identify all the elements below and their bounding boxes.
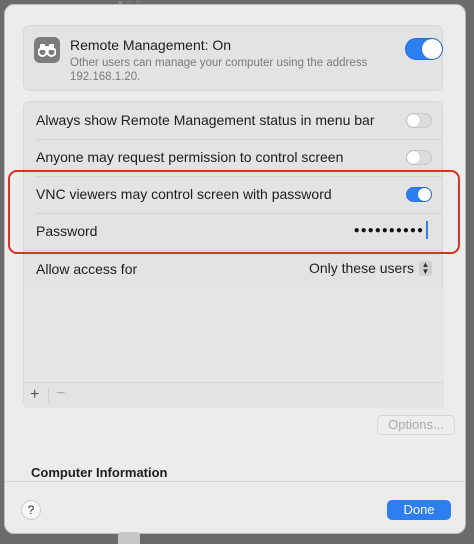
remote-management-description: Other users can manage your computer usi… (70, 57, 368, 83)
done-button[interactable]: Done (387, 500, 451, 520)
remote-management-card: Remote Management: On Other users can ma… (23, 25, 443, 91)
list-controls: + − (24, 382, 444, 408)
binoculars-icon (34, 37, 60, 63)
chevron-updown-icon: ▲ ▼ (419, 260, 432, 276)
request-permission-label: Anyone may request permission to control… (36, 149, 344, 165)
menu-bar-status-toggle[interactable] (406, 113, 432, 128)
footer-divider (5, 481, 465, 482)
options-button[interactable]: Options... (377, 415, 455, 435)
allow-access-value: Only these users (308, 260, 414, 276)
add-user-button[interactable]: + (30, 386, 39, 404)
user-list[interactable] (24, 288, 444, 382)
remote-management-title: Remote Management: On (70, 37, 232, 53)
menu-bar-status-row: Always show Remote Management status in … (24, 102, 444, 139)
divider (48, 388, 49, 402)
remote-management-toggle[interactable] (405, 38, 443, 60)
remote-management-sheet: Remote Management: On Other users can ma… (4, 4, 466, 534)
allow-access-label: Allow access for (36, 261, 138, 277)
computer-information-header: Computer Information (31, 465, 168, 480)
background-window-text (118, 532, 140, 544)
allow-access-select[interactable]: Only these users ▲ ▼ (309, 260, 432, 276)
allow-access-row: Allow access for Only these users ▲ ▼ (24, 251, 444, 288)
settings-card: Always show Remote Management status in … (23, 101, 444, 408)
remove-user-button[interactable]: − (56, 385, 65, 403)
annotation-highlight-box (8, 170, 460, 254)
menu-bar-status-label: Always show Remote Management status in … (36, 112, 375, 128)
help-button[interactable]: ? (21, 500, 41, 520)
request-permission-toggle[interactable] (406, 150, 432, 165)
